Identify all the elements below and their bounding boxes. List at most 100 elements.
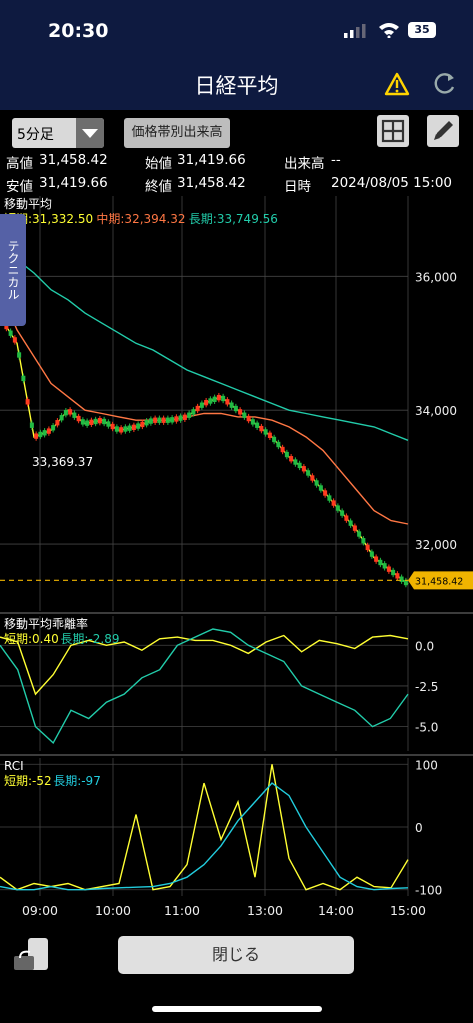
- candle-body: [127, 425, 132, 431]
- candle-body: [106, 421, 111, 427]
- candle-body: [76, 415, 81, 422]
- current-price-tag: 31,458.42: [408, 571, 473, 590]
- candle-body: [399, 576, 404, 582]
- candle-body: [38, 431, 43, 438]
- candle-body: [238, 409, 243, 415]
- candle-body: [51, 425, 56, 431]
- interval-select[interactable]: 5分足: [12, 118, 104, 148]
- y-tick-label: 34,000: [415, 404, 457, 418]
- candle-body: [55, 420, 60, 426]
- candle-body: [212, 396, 217, 402]
- candle-body: [46, 428, 51, 434]
- candle-body: [233, 405, 238, 412]
- chevron-down-icon: [76, 118, 104, 148]
- candle-body: [246, 415, 251, 422]
- candle-body: [276, 441, 281, 448]
- y-tick-label: 36,000: [415, 270, 457, 284]
- candle-body: [361, 538, 366, 544]
- candle-body: [17, 352, 22, 358]
- candle-body: [318, 485, 323, 491]
- legend-item: 中期:32,394.32: [96, 211, 185, 226]
- x-tick-label: 14:00: [318, 903, 354, 918]
- series-line-長期: [0, 782, 409, 891]
- candle-body: [357, 531, 362, 537]
- x-tick-label: 11:00: [164, 903, 200, 918]
- candle-body: [8, 330, 13, 336]
- draw-button[interactable]: [427, 115, 459, 147]
- candle-body: [59, 415, 64, 421]
- candle-body: [85, 420, 90, 426]
- candle-body: [170, 417, 175, 423]
- candle-body: [255, 422, 260, 428]
- candle-body: [29, 422, 34, 428]
- low-label: 安値: [6, 179, 33, 195]
- layout-grid-button[interactable]: [377, 115, 409, 147]
- bottom-bar: 閉じる: [0, 920, 473, 1023]
- chart-area[interactable]: 36,00034,00032,000移動平均短期:31,332.50 中期:32,…: [0, 196, 473, 920]
- candle-body: [229, 402, 234, 408]
- candle-body: [297, 462, 302, 469]
- candle-body: [174, 416, 179, 422]
- candle-body: [284, 451, 289, 458]
- candle-body: [157, 417, 162, 423]
- candle-body: [110, 423, 115, 430]
- candle-body: [114, 426, 119, 432]
- cellular-signal-icon: [344, 24, 366, 38]
- quote-info: 高値 31,458.42 始値 31,419.66 出来高 -- 安値 31,4…: [0, 150, 473, 196]
- datetime-label: 日時: [284, 179, 311, 195]
- datetime-value: 2024/08/05 15:00: [331, 175, 453, 191]
- candle-body: [131, 424, 136, 431]
- close-button[interactable]: 閉じる: [118, 936, 354, 974]
- battery-icon: 35: [408, 22, 436, 38]
- panel-title: 移動平均乖離率: [4, 616, 88, 631]
- x-tick-label: 15:00: [390, 903, 426, 918]
- volume-by-price-button[interactable]: 価格帯別出来高: [124, 118, 230, 148]
- x-tick-label: 10:00: [95, 903, 131, 918]
- candle-body: [21, 375, 26, 382]
- candle-body: [195, 405, 200, 412]
- candle-body: [72, 412, 77, 418]
- close-value: 31,458.42: [177, 175, 246, 191]
- warning-icon[interactable]: [384, 72, 410, 96]
- candle-body: [161, 417, 166, 423]
- candle-body: [148, 418, 153, 424]
- pencil-icon: [434, 121, 453, 140]
- legend-item: 長期:33,749.56: [189, 212, 278, 226]
- candle-body: [242, 412, 247, 418]
- series-line-中期: [0, 289, 409, 525]
- low-value: 31,419.66: [39, 175, 108, 191]
- legend-item: 長期:-97: [53, 774, 101, 788]
- volume-label: 出来高: [284, 156, 325, 172]
- candle-body: [182, 414, 187, 420]
- candle-body: [216, 394, 221, 401]
- candle-body: [263, 429, 268, 435]
- candle-body: [178, 415, 183, 421]
- candle-body: [221, 395, 226, 402]
- legend-item: 短期:-52: [4, 774, 52, 788]
- candle-body: [280, 446, 285, 453]
- clock: 20:30: [48, 20, 109, 42]
- candle-body: [289, 456, 294, 462]
- candle-body: [327, 495, 332, 501]
- y-tick-label: 0: [415, 821, 423, 835]
- low-annotation: 33,369.37: [32, 455, 93, 469]
- rotate-screen-icon[interactable]: [10, 934, 52, 974]
- candle-body: [97, 417, 102, 424]
- candle-body: [119, 427, 124, 433]
- open-value: 31,419.66: [177, 152, 246, 168]
- candle-body: [293, 459, 298, 465]
- candle-body: [259, 425, 264, 432]
- candle-body: [25, 399, 30, 405]
- y-tick-label: 0.0: [415, 639, 434, 653]
- candle-body: [187, 412, 192, 418]
- candle-body: [250, 419, 255, 425]
- wifi-icon: [379, 23, 399, 38]
- nav-bar: 日経平均: [0, 58, 473, 110]
- open-label: 始値: [145, 156, 172, 172]
- technical-tab[interactable]: テクニカル: [0, 214, 26, 326]
- candle-body: [306, 470, 311, 476]
- panel-title: RCI: [4, 759, 24, 773]
- candle-body: [80, 419, 85, 425]
- reload-icon[interactable]: [433, 72, 457, 96]
- candle-body: [365, 544, 370, 551]
